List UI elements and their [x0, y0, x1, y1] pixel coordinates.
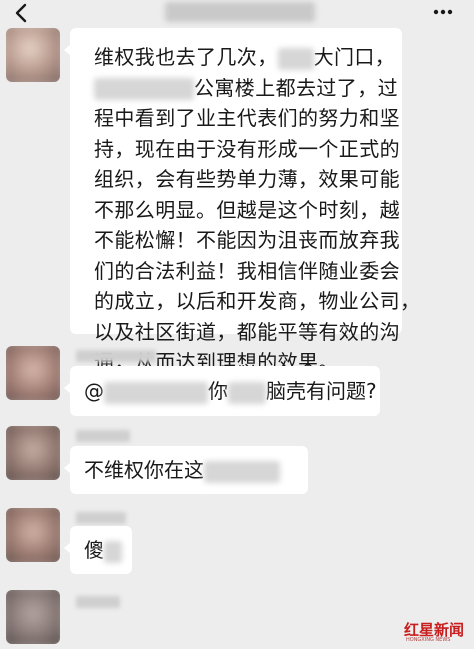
- redacted-text: [204, 460, 280, 483]
- message-line: 组织，会有些势单力薄，效果可能: [94, 167, 400, 191]
- redacted-text: [277, 47, 314, 70]
- chevron-left-icon[interactable]: [12, 2, 32, 24]
- avatar[interactable]: [6, 346, 60, 400]
- message-line: 不那么明显。但越是这个时刻，越: [94, 197, 400, 222]
- redacted-text: [228, 381, 266, 404]
- avatar[interactable]: [6, 28, 60, 82]
- chat-header: [0, 0, 474, 26]
- redacted-text: [104, 540, 122, 563]
- message-text: @ 你脑壳有问题?: [84, 379, 377, 404]
- message-line: 公寓楼上都去过了，过: [94, 73, 398, 104]
- avatar[interactable]: [6, 590, 60, 644]
- message-line: 们的合法利益！我相信伴随业委会: [94, 258, 400, 283]
- avatar[interactable]: [6, 508, 60, 562]
- watermark-subtitle: HONGXING NEWS: [406, 637, 451, 643]
- message-text: 傻: [84, 537, 122, 563]
- redacted-text: [94, 78, 194, 100]
- sender-nickname-redacted: [76, 596, 120, 608]
- watermark-logo: 红星新闻 HONGXING NEWS: [404, 617, 470, 647]
- message-text: 维权我也去了几次， 大门口， 公寓楼上都去过了，过 程中看到了业主代表们的努力和坚…: [94, 42, 421, 378]
- redacted-mention: [104, 381, 208, 404]
- message-text: 不维权你在这: [84, 457, 280, 483]
- message-line: 的成立，以后和开发商，物业公司，: [94, 289, 421, 313]
- sender-nickname-redacted: [76, 512, 126, 524]
- chat-title-redacted: [165, 2, 315, 22]
- message-line: 持，现在由于没有形成一个正式的: [94, 136, 400, 161]
- message-line: 不能松懈！不能因为沮丧而放弃我: [94, 228, 400, 252]
- sender-nickname-redacted: [76, 430, 130, 442]
- sender-nickname-redacted: [76, 350, 156, 362]
- avatar[interactable]: [6, 426, 60, 480]
- ellipsis-icon[interactable]: [432, 4, 454, 20]
- message-line: 以及社区街道，都能平等有效的沟: [94, 319, 400, 344]
- message-line: 维权我也去了几次， 大门口，: [94, 45, 396, 70]
- message-line: 程中看到了业主代表们的努力和坚: [94, 106, 400, 130]
